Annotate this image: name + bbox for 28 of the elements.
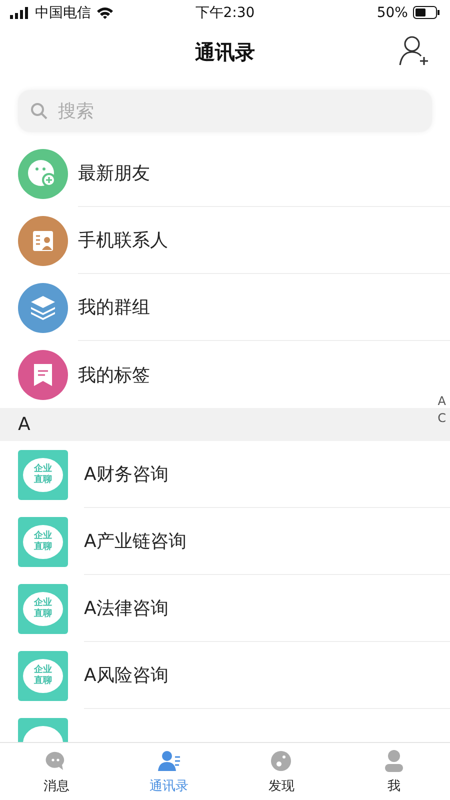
tab[interactable]: 我 [338, 743, 450, 800]
tab[interactable]: 消息 [0, 743, 112, 800]
index-letter[interactable]: C [438, 410, 446, 427]
contact-name[interactable]: A财务咨询 [84, 462, 168, 486]
clock: 下午2:30 [195, 4, 255, 22]
page-title: 通讯录 [195, 39, 255, 66]
section-letter: A [18, 414, 30, 435]
shortcut-item[interactable]: 我的标签 [78, 362, 150, 386]
contact-name[interactable]: A风险咨询 [84, 663, 168, 687]
shortcut-item[interactable]: 我的群组 [78, 295, 150, 319]
contacts-icon [156, 748, 181, 772]
contact-name[interactable]: A法律咨询 [84, 596, 168, 620]
planet-icon [269, 748, 294, 772]
search-icon [30, 102, 48, 120]
chat-logo: 企业 直聊 [18, 516, 68, 566]
signal-icon [10, 6, 30, 18]
chat-logo: 企业 直聊 [18, 650, 68, 700]
chat-logo: 企业 直聊 [18, 584, 68, 634]
battery-percent: 50% [376, 4, 408, 20]
carrier: 中国电信 [35, 4, 91, 22]
shortcut-item[interactable]: 手机联系人 [78, 228, 168, 252]
index-letter[interactable]: A [438, 393, 446, 410]
tab[interactable]: 发现 [225, 743, 338, 800]
battery-icon [412, 6, 440, 19]
contact-name[interactable]: A产业链咨询 [84, 529, 186, 553]
wifi-icon [96, 6, 114, 19]
shortcut-item[interactable]: 最新朋友 [78, 161, 150, 185]
chat-logo: 企业 直聊 [18, 450, 68, 500]
